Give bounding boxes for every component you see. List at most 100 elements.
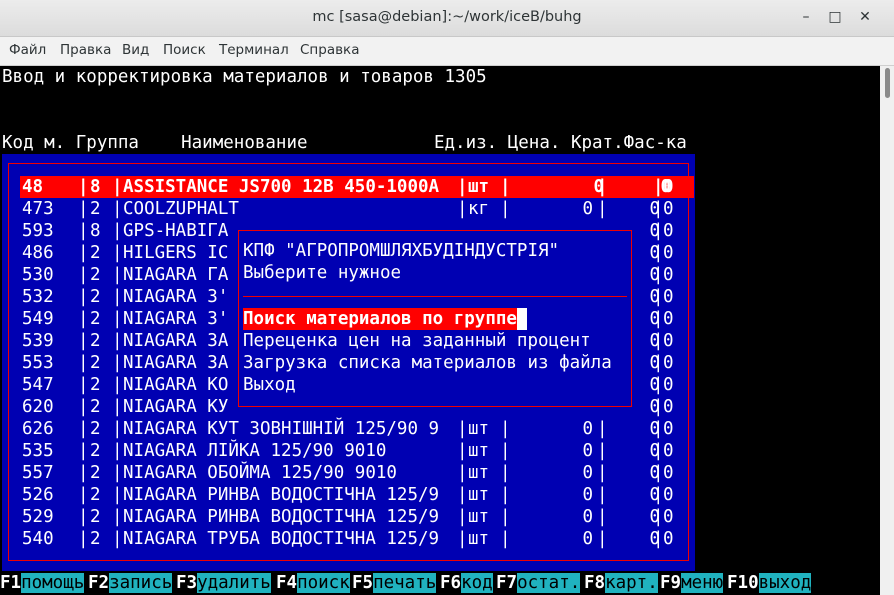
fkey-number: F7 [496, 573, 518, 593]
cell-group: 2 [90, 265, 101, 285]
column-separator: | [457, 177, 468, 197]
column-separator: | [112, 221, 123, 241]
cell-price: 0 [582, 529, 593, 549]
fkey-f10[interactable]: F10выход [727, 571, 812, 595]
fkey-f4[interactable]: F4поиск [276, 571, 350, 595]
cell-group: 2 [90, 331, 101, 351]
cell-name: COOLZUPHALT [123, 199, 239, 219]
cell-code: 539 [22, 331, 54, 351]
terminal[interactable]: Ввод и корректировка материалов и товаро… [0, 66, 880, 595]
dialog-separator [243, 296, 627, 297]
fkey-label: выход [758, 573, 812, 593]
cell-fas: 0 [663, 463, 674, 483]
column-separator: | [78, 485, 89, 505]
cell-unit: кг [468, 199, 490, 219]
cell-code: 532 [22, 287, 54, 307]
column-separator: | [653, 419, 664, 439]
fkey-label: поиск [297, 573, 350, 593]
column-separator: | [653, 177, 664, 197]
option-exit[interactable]: Выход [243, 374, 296, 396]
table-row[interactable]: 529 | 2 | NIAGARA РИНВА ВОДОСТІЧНА 125/9 | шт |… [20, 506, 683, 528]
column-separator: | [112, 485, 123, 505]
fkey-number: F1 [0, 573, 22, 593]
cell-code: 473 [22, 199, 54, 219]
column-separator: | [653, 397, 664, 417]
column-separator: | [112, 287, 123, 307]
option-load-from-file[interactable]: Загрузка списка материалов из файла [243, 352, 612, 374]
fkey-label: помощь [21, 573, 85, 593]
column-separator: | [500, 177, 511, 197]
column-separator: | [500, 507, 511, 527]
fkey-label: карт. [605, 573, 658, 593]
text-cursor [516, 308, 527, 330]
column-separator: | [112, 463, 123, 483]
cell-name: HILGERS IC [123, 243, 229, 263]
menu-search[interactable]: Поиск [163, 42, 206, 58]
cell-name: ASSISTANCE JS700 12В 450-1000А [123, 177, 440, 197]
scrollbar-thumb[interactable] [885, 68, 890, 98]
table-row[interactable]: 540 | 2 | NIAGARA ТРУБА ВОДОСТІЧНА 125/9 | шт |… [20, 528, 683, 550]
cell-fas: 0 [663, 397, 674, 417]
fkey-f9[interactable]: F9меню [660, 571, 724, 595]
fkey-f2[interactable]: F2запись [88, 571, 173, 595]
fkey-f6[interactable]: F6код [440, 571, 493, 595]
cell-fas: 0 [663, 287, 674, 307]
cell-price: 0 [582, 507, 593, 527]
window-title: mc [sasa@debian]:~/work/iceB/buhg [312, 9, 582, 25]
column-separator: | [78, 331, 89, 351]
fkey-f1[interactable]: F1помощь [0, 571, 85, 595]
column-separator: | [653, 353, 664, 373]
column-separator: | [500, 441, 511, 461]
menu-help[interactable]: Справка [300, 42, 359, 58]
column-separator: | [597, 199, 608, 219]
column-separator: | [653, 507, 664, 527]
column-separator: | [112, 529, 123, 549]
menu-file[interactable]: Файл [9, 42, 46, 58]
menu-view[interactable]: Вид [122, 42, 149, 58]
menu-edit[interactable]: Правка [60, 42, 111, 58]
option-reprice[interactable]: Переценка цен на заданный процент [243, 330, 591, 352]
menu-dialog: КПФ "АГРОПРОМШЛЯХБУДІНДУСТРІЯ" Выберите … [235, 220, 636, 416]
table-row[interactable]: 626 | 2 | NIAGARA КУТ ЗОВНІШНІЙ 125/90 9 | шт |… [20, 418, 683, 440]
column-separator: | [78, 287, 89, 307]
fkey-number: F6 [440, 573, 462, 593]
cell-group: 2 [90, 309, 101, 329]
column-separator: | [597, 419, 608, 439]
column-separator: | [112, 353, 123, 373]
cell-name: NIAGARA КУ [123, 397, 229, 417]
cell-unit: шт [468, 485, 490, 505]
cell-fas: 0 [663, 177, 674, 197]
column-separator: | [653, 265, 664, 285]
fkey-f5[interactable]: F5печать [352, 571, 437, 595]
minimize-button[interactable]: – [797, 8, 815, 26]
cell-name: NIAGARA ТРУБА ВОДОСТІЧНА 125/9 [123, 529, 440, 549]
table-row[interactable]: 473 | 2 | COOLZUPHALT | кг | 0 | 0 | 0 [20, 198, 683, 220]
option-search-by-group[interactable]: Поиск материалов по группе [243, 308, 527, 330]
close-button[interactable]: ✕ [856, 8, 874, 26]
table-row[interactable]: 557 | 2 | NIAGARA ОБОЙМА 125/90 9010 | шт | 0 | 0 |… [20, 462, 683, 484]
fkey-label: удалить [197, 573, 271, 593]
fkey-label: запись [109, 573, 173, 593]
fkey-f8[interactable]: F8карт. [584, 571, 658, 595]
table-row[interactable]: 48 | 8 | ASSISTANCE JS700 12В 450-1000А | шт | 0… [20, 176, 694, 198]
maximize-button[interactable]: □ [826, 8, 844, 26]
table-row[interactable]: 535 | 2 | NIAGARA ЛІЙКА 125/90 9010 | шт | 0 | 0 | 0 [20, 440, 683, 462]
column-separator: | [78, 353, 89, 373]
cell-group: 2 [90, 353, 101, 373]
cell-code: 535 [22, 441, 54, 461]
fkey-f7[interactable]: F7остат. [496, 571, 581, 595]
menu-terminal[interactable]: Терминал [219, 42, 289, 58]
cell-code: 486 [22, 243, 54, 263]
fkey-number: F3 [176, 573, 198, 593]
column-separator: | [112, 309, 123, 329]
cell-price: 0 [582, 441, 593, 461]
cell-group: 2 [90, 375, 101, 395]
terminal-scrollbar[interactable] [880, 66, 894, 595]
table-row[interactable]: 526 | 2 | NIAGARA РИНВА ВОДОСТІЧНА 125/9 | шт |… [20, 484, 683, 506]
cell-code: 547 [22, 375, 54, 395]
cell-price: 0 [582, 199, 593, 219]
column-separator: | [112, 243, 123, 263]
cell-price: 0 [582, 463, 593, 483]
fkey-f3[interactable]: F3удалить [176, 571, 271, 595]
fkey-number: F5 [352, 573, 374, 593]
